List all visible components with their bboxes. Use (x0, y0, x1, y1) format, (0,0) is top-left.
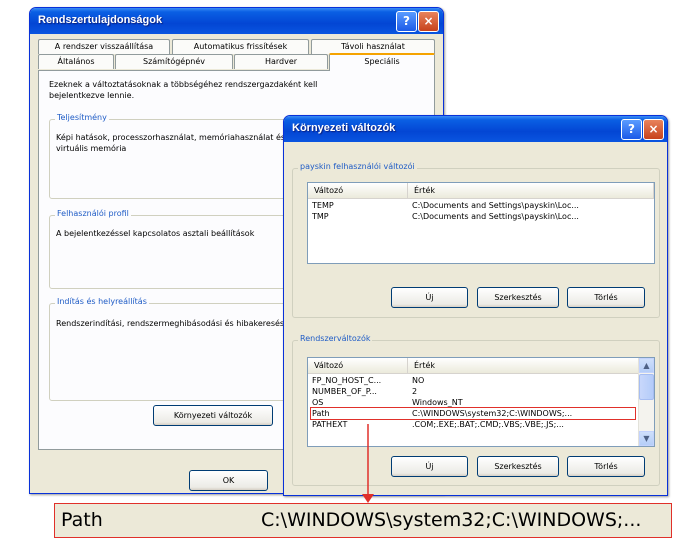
tab-computer-name[interactable]: Számítógépnév (115, 54, 233, 69)
close-icon[interactable]: × (418, 11, 439, 32)
variable-name: NUMBER_OF_P... (312, 387, 377, 396)
performance-label: Teljesítmény (55, 113, 109, 122)
tab-hardware[interactable]: Hardver (234, 54, 328, 69)
scroll-thumb[interactable] (639, 374, 654, 400)
new-system-variable-button[interactable]: Új (391, 456, 468, 477)
delete-system-variable-button[interactable]: Törlés (567, 456, 645, 477)
user-variables-group: payskin felhasználói változói Változó Ér… (292, 162, 660, 318)
user-variables-label: payskin felhasználói változói (298, 162, 417, 171)
system-variables-label: Rendszerváltozók (298, 334, 373, 343)
list-item[interactable]: FP_NO_HOST_C... NO (308, 375, 639, 386)
close-icon[interactable]: × (643, 119, 664, 140)
system-properties-title: Rendszertulajdonságok (38, 14, 163, 26)
environment-variables-button[interactable]: Környezeti változók (153, 405, 273, 426)
scroll-up-icon[interactable]: ▲ (639, 358, 654, 373)
edit-system-variable-button[interactable]: Szerkesztés (477, 456, 559, 477)
system-variables-list[interactable]: Változó Érték FP_NO_HOST_C... NO NUMBER_… (307, 357, 655, 447)
edit-user-variable-button[interactable]: Szerkesztés (477, 287, 559, 308)
help-icon[interactable]: ? (396, 11, 417, 32)
tab-advanced[interactable]: Speciális (329, 53, 435, 71)
tab-general[interactable]: Általános (38, 54, 114, 69)
variable-value: C:\Documents and Settings\payskin\Loc... (412, 212, 579, 221)
zoom-variable-value: C:\WINDOWS\system32;C:\WINDOWS;... (261, 509, 642, 531)
delete-user-variable-button[interactable]: Törlés (567, 287, 645, 308)
column-value[interactable]: Érték (408, 183, 654, 198)
scrollbar[interactable]: ▲ ▼ (638, 358, 654, 446)
list-header: Változó Érték (308, 183, 654, 199)
help-icon[interactable]: ? (621, 119, 642, 140)
environment-variables-window: Környezeti változók ? × payskin felhaszn… (283, 115, 668, 496)
variable-name: PATHEXT (312, 420, 348, 429)
scroll-down-icon[interactable]: ▼ (639, 431, 654, 446)
column-value[interactable]: Érték (408, 358, 639, 373)
tab-row-2: Általános Számítógépnév Hardver Speciáli… (38, 53, 436, 71)
variable-value: .COM;.EXE;.BAT;.CMD;.VBS;.VBE;.JS;... (412, 420, 564, 429)
user-profile-label: Felhasználói profil (55, 209, 131, 218)
tab-system-restore[interactable]: A rendszer visszaállítása (38, 39, 170, 54)
list-item[interactable]: PATHEXT .COM;.EXE;.BAT;.CMD;.VBS;.VBE;.J… (308, 419, 639, 430)
variable-value: NO (412, 376, 425, 385)
variable-value: 2 (412, 387, 418, 396)
tab-row-1: A rendszer visszaállítása Automatikus fr… (38, 39, 436, 54)
tab-automatic-updates[interactable]: Automatikus frissítések (172, 39, 309, 54)
column-variable[interactable]: Változó (308, 183, 408, 198)
path-row-highlight (310, 407, 636, 420)
list-item[interactable]: TMP C:\Documents and Settings\payskin\Lo… (308, 211, 654, 222)
startup-recovery-label: Indítás és helyreállítás (55, 297, 149, 306)
performance-description: Képi hatások, processzorhasználat, memór… (56, 133, 286, 153)
system-variables-group: Rendszerváltozók Változó Érték FP_NO_HOS… (292, 334, 660, 486)
variable-name: TMP (312, 212, 329, 221)
new-user-variable-button[interactable]: Új (391, 287, 468, 308)
user-profile-description: A bejelentkezéssel kapcsolatos asztali b… (56, 229, 255, 238)
tab-remote[interactable]: Távoli használat (311, 39, 435, 54)
list-item[interactable]: NUMBER_OF_P... 2 (308, 386, 639, 397)
column-variable[interactable]: Változó (308, 358, 408, 373)
admin-notice: Ezeknek a változtatásoknak a többségéhez… (49, 80, 318, 100)
list-item[interactable]: TEMP C:\Documents and Settings\payskin\L… (308, 200, 654, 211)
variable-name: TEMP (312, 201, 334, 210)
list-header: Változó Érték (308, 358, 654, 374)
variable-name: FP_NO_HOST_C... (312, 376, 382, 385)
system-properties-titlebar[interactable]: Rendszertulajdonságok ? × (30, 8, 443, 34)
ok-button[interactable]: OK (189, 470, 268, 491)
zoom-variable-name: Path (61, 509, 103, 531)
environment-variables-title: Környezeti változók (292, 122, 396, 134)
user-variables-list[interactable]: Változó Érték TEMP C:\Documents and Sett… (307, 182, 655, 264)
startup-recovery-description: Rendszerindítási, rendszermeghibásodási … (56, 319, 296, 328)
variable-value: C:\Documents and Settings\payskin\Loc... (412, 201, 579, 210)
environment-variables-titlebar[interactable]: Környezeti változók ? × (284, 116, 667, 142)
path-zoom-callout: Path C:\WINDOWS\system32;C:\WINDOWS;... (54, 503, 672, 538)
